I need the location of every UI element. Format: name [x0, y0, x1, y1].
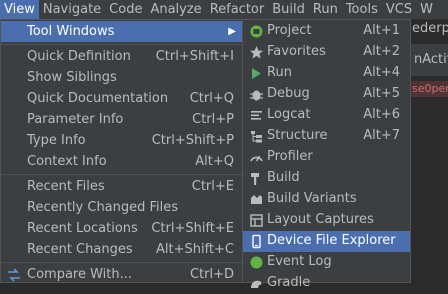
menu-separator [1, 262, 242, 263]
tool-window-shortcut: Alt+7 [363, 128, 400, 143]
menu-item-shortcut: Ctrl+D [189, 267, 234, 282]
menu-code[interactable]: Code [105, 0, 146, 19]
menu-item-label: Recent Locations [27, 221, 138, 236]
menu-item-shortcut: Ctrl+Q [189, 91, 234, 106]
tool-window-label: Debug [267, 86, 310, 101]
tool-window-label: Layout Captures [267, 212, 374, 227]
structure-icon [251, 131, 262, 143]
compare-arrows-icon [8, 268, 20, 282]
editor-text-fragment: ederp [412, 21, 448, 36]
tool-window-gradle[interactable]: Gradle [243, 273, 410, 294]
tool-window-label: Run [267, 65, 292, 80]
tool-window-debug[interactable]: Debug Alt+5 [243, 84, 410, 105]
tool-windows-submenu: Project Alt+1 Favorites Alt+2 Run Alt+4 … [242, 19, 411, 290]
tool-window-label: Profiler [267, 149, 313, 164]
tool-window-build[interactable]: Build [243, 168, 410, 189]
tool-window-label: Build Variants [267, 191, 357, 206]
tool-window-shortcut: Alt+1 [363, 23, 400, 38]
star-icon [250, 46, 263, 59]
menu-item-context-info[interactable]: Context Info Alt+Q [1, 151, 242, 172]
menu-item-label: Quick Documentation [27, 91, 169, 106]
tool-window-favorites[interactable]: Favorites Alt+2 [243, 42, 410, 63]
menu-item-recent-locations[interactable]: Recent Locations Ctrl+Shift+E [1, 218, 242, 239]
tool-window-shortcut: Alt+5 [363, 86, 400, 101]
menu-window[interactable]: W [416, 0, 437, 19]
device-icon [252, 234, 261, 249]
tool-window-structure[interactable]: Structure Alt+7 [243, 126, 410, 147]
submenu-arrow-icon: ▶ [228, 26, 236, 37]
tool-window-profiler[interactable]: Profiler [243, 147, 410, 168]
menu-item-label: Parameter Info [27, 112, 124, 127]
logcat-icon [251, 111, 262, 120]
tool-window-logcat[interactable]: Logcat Alt+6 [243, 105, 410, 126]
menu-item-parameter-info[interactable]: Parameter Info Ctrl+P [1, 109, 242, 130]
menu-item-recently-changed-files[interactable]: Recently Changed Files [1, 197, 242, 218]
tool-window-shortcut: Alt+4 [363, 65, 400, 80]
menu-tools[interactable]: Tools [342, 0, 382, 19]
tool-window-label: Build [267, 170, 300, 185]
menu-build[interactable]: Build [268, 0, 309, 19]
editor-error-fragment: se0per [410, 81, 448, 97]
tool-window-shortcut: Alt+2 [363, 44, 400, 59]
menu-item-label: Show Siblings [27, 70, 117, 85]
menu-item-shortcut: Ctrl+Shift+I [155, 49, 234, 64]
tool-window-project[interactable]: Project Alt+1 [243, 21, 410, 42]
profiler-icon [250, 155, 263, 162]
menu-analyze[interactable]: Analyze [146, 0, 205, 19]
tool-window-label: Structure [267, 128, 328, 143]
menu-item-label: Recent Files [27, 179, 105, 194]
tool-window-device-file-explorer[interactable]: Device File Explorer [243, 231, 410, 252]
menu-item-recent-changes[interactable]: Recent Changes Alt+Shift+C [1, 239, 242, 260]
tool-window-run[interactable]: Run Alt+4 [243, 63, 410, 84]
view-menu-dropdown: Tool Windows ▶ Quick Definition Ctrl+Shi… [0, 19, 243, 283]
layout-captures-icon [250, 214, 263, 227]
menu-item-shortcut: Alt+Q [195, 154, 234, 169]
menu-item-recent-files[interactable]: Recent Files Ctrl+E [1, 176, 242, 197]
menu-item-shortcut: Ctrl+P [192, 112, 234, 127]
menu-item-quick-definition[interactable]: Quick Definition Ctrl+Shift+I [1, 46, 242, 67]
menu-item-shortcut: Ctrl+E [191, 179, 234, 194]
hammer-icon [251, 173, 259, 185]
menu-run[interactable]: Run [309, 0, 342, 19]
bug-icon [250, 90, 263, 101]
menu-item-label: Tool Windows [27, 24, 115, 39]
menu-item-show-siblings[interactable]: Show Siblings [1, 67, 242, 88]
tool-window-event-log[interactable]: Event Log [243, 252, 410, 273]
tool-window-build-variants[interactable]: Build Variants [243, 189, 410, 210]
menu-vcs[interactable]: VCS [382, 0, 416, 19]
menu-item-label: Recent Changes [27, 242, 133, 257]
menu-bar: View Navigate Code Analyze Refactor Buil… [0, 0, 448, 20]
menu-item-tool-windows[interactable]: Tool Windows ▶ [1, 21, 242, 42]
menu-item-label: Type Info [27, 133, 86, 148]
menu-item-quick-documentation[interactable]: Quick Documentation Ctrl+Q [1, 88, 242, 109]
menu-item-shortcut: Ctrl+Shift+E [151, 221, 234, 236]
menu-refactor[interactable]: Refactor [206, 0, 269, 19]
tool-window-label: Event Log [267, 254, 332, 269]
event-log-icon [250, 256, 263, 269]
menu-item-shortcut: Ctrl+Shift+P [151, 133, 234, 148]
android-project-icon [250, 25, 263, 38]
menu-separator [1, 174, 242, 175]
menu-separator [1, 44, 242, 45]
tool-window-layout-captures[interactable]: Layout Captures [243, 210, 410, 231]
menu-view[interactable]: View [0, 0, 39, 19]
menu-item-compare-with[interactable]: Compare With... Ctrl+D [1, 264, 242, 285]
menu-item-label: Compare With... [27, 267, 133, 282]
menu-item-label: Quick Definition [27, 49, 131, 64]
menu-navigate[interactable]: Navigate [39, 0, 105, 19]
tool-window-label: Project [267, 23, 312, 38]
tool-window-shortcut: Alt+6 [363, 107, 400, 122]
menu-item-label: Context Info [27, 154, 107, 169]
editor-tab[interactable]: nActiv [410, 44, 448, 76]
run-icon [252, 68, 261, 79]
menu-item-type-info[interactable]: Type Info Ctrl+Shift+P [1, 130, 242, 151]
menu-item-shortcut: Alt+Shift+C [155, 242, 234, 257]
build-variants-icon [251, 195, 262, 204]
tool-window-label: Logcat [267, 107, 311, 122]
tool-window-label: Device File Explorer [267, 233, 396, 248]
gradle-icon [251, 280, 262, 288]
tool-window-label: Favorites [267, 44, 326, 59]
menu-item-label: Recently Changed Files [27, 200, 179, 215]
